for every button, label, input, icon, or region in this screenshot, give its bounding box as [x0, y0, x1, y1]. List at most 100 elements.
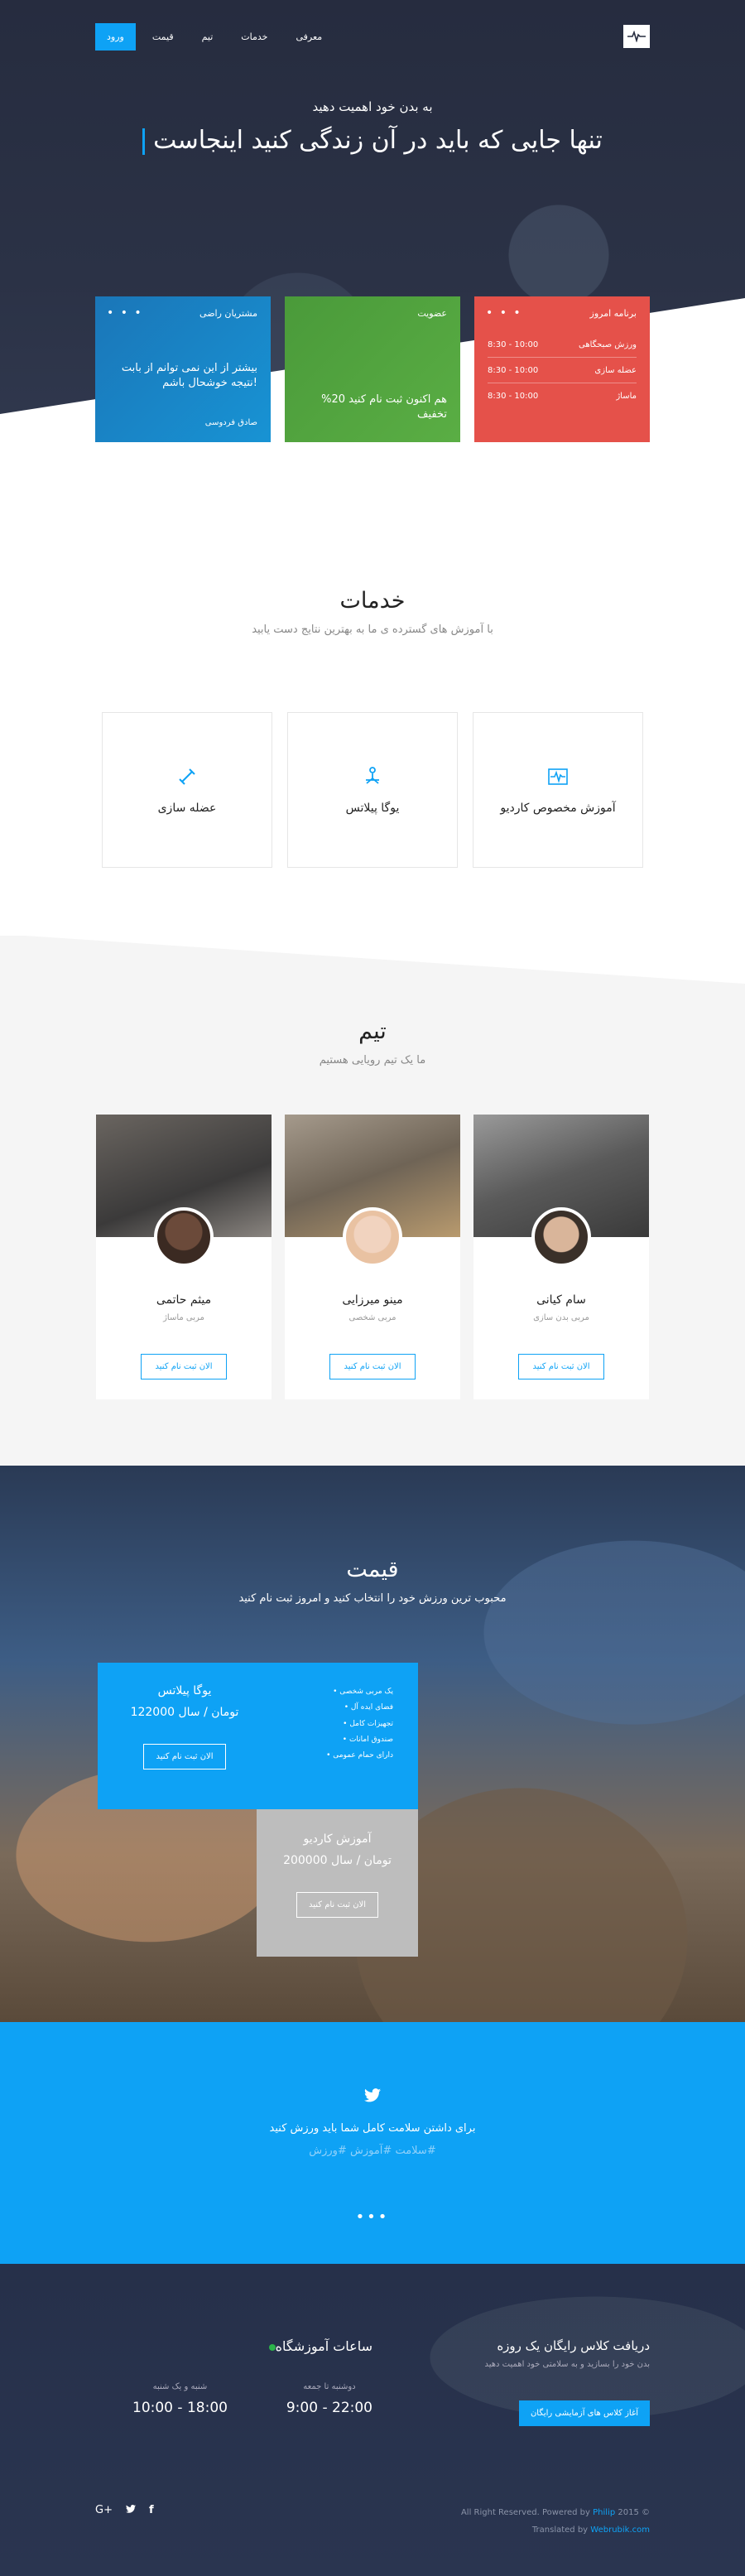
plan-register-button[interactable]: الان ثبت نام کنید	[143, 1744, 226, 1769]
plan-feature: یک مربی شخصی	[326, 1684, 393, 1700]
hours-days: دوشنبه تا جمعه	[303, 2382, 356, 2391]
nav-services[interactable]: خدمات	[229, 23, 279, 51]
feature-box-schedule: • • • برنامه امروز 8:30 - 10:00 ورزش صبحگ…	[474, 296, 650, 442]
service-card[interactable]: یوگا پیلاتس	[287, 712, 458, 868]
nav-intro[interactable]: معرفی	[284, 23, 334, 51]
footer-cta: دریافت کلاس رایگان یک روزه بدن خود را بس…	[468, 2338, 650, 2426]
service-card[interactable]: آموزش مخصوص کاردیو	[473, 712, 643, 868]
schedule-name: عضله سازی	[594, 366, 637, 375]
carousel-dots[interactable]: •••	[0, 2208, 745, 2226]
hero-section: ورود قیمت تیم خدمات معرفی به بدن خود اهم…	[0, 0, 745, 464]
nav-links: ورود قیمت تیم خدمات معرفی	[95, 22, 334, 51]
avatar	[154, 1207, 214, 1267]
plan-summary: یوگا پیلاتس 122000 تومان / سال الان ثبت …	[123, 1684, 247, 1788]
plan-feature: صندوق امانات	[326, 1732, 393, 1748]
services-section: خدمات با آموزش های گسترده ی ما به بهترین…	[0, 464, 745, 936]
status-dot-icon	[268, 2343, 276, 2351]
plan-feature: دارای حمام عمومی	[326, 1748, 393, 1764]
service-card[interactable]: عضله سازی	[102, 712, 272, 868]
translated-text: Translated by	[531, 2525, 589, 2535]
nav-login[interactable]: ورود	[95, 22, 136, 51]
facebook-icon[interactable]: f	[149, 2504, 154, 2516]
copyright-brand[interactable]: Philip	[593, 2508, 615, 2517]
plan-name: یوگا پیلاتس	[157, 1684, 212, 1697]
feature-box-testimonial: • • • مشتریان راضی بیشتر از این نمی توان…	[95, 296, 271, 442]
copyright-year: 2015 ©	[618, 2508, 650, 2517]
typing-caret	[142, 128, 146, 155]
cta-subtitle: بدن خود را بسازید و به سلامتی خود اهمیت …	[484, 2360, 651, 2369]
tweet-text: برای داشتن سلامت کامل شما باید ورزش کنید	[269, 2122, 476, 2135]
hero-title: تنها جایی که باید در آن زندگی کنید اینجا…	[0, 126, 745, 155]
member-role: مربی بدن سازی	[533, 1313, 589, 1322]
opening-hours: ساعات آموزشگاه دوشنبه تا جمعه 22:00 - 9:…	[132, 2338, 372, 2416]
cta-title: دریافت کلاس رایگان یک روزه	[497, 2338, 650, 2353]
service-label: آموزش مخصوص کاردیو	[500, 802, 616, 815]
plan-feature: تجهیزات کامل	[326, 1717, 393, 1732]
team-section: تیم ما یک تیم رویایی هستیم میثم حاتمی مر…	[0, 936, 745, 1466]
translated-brand[interactable]: Webrubik.com	[590, 2525, 650, 2535]
member-name: میثم حاتمی	[156, 1293, 212, 1307]
pricing-subtitle: محبوب ترین ورزش خود را انتخاب کنید و امر…	[238, 1592, 507, 1605]
hours-time: 18:00 - 10:00	[132, 2400, 228, 2416]
plan-cardio: آموزش کاردیو 200000 تومان / سال الان ثبت…	[257, 1809, 418, 1957]
team-card: سام کیانی مربی بدن سازی الان ثبت نام کنی…	[473, 1115, 649, 1399]
member-name: سام کیانی	[536, 1293, 586, 1307]
feature-box-membership: عضویت هم اکنون ثبت نام کنید 20% تخفیف	[285, 296, 460, 442]
social-links: G+ f	[95, 2504, 154, 2516]
schedule-row: 8:30 - 10:00 عضله سازی	[488, 358, 637, 383]
hours-title: ساعات آموزشگاه	[132, 2338, 372, 2354]
register-button[interactable]: الان ثبت نام کنید	[518, 1354, 604, 1379]
service-label: عضله سازی	[157, 802, 217, 815]
member-role: مربی شخصی	[348, 1313, 397, 1322]
schedule-list: 8:30 - 10:00 ورزش صبحگاهی 8:30 - 10:00 عضل…	[488, 332, 637, 408]
hours-item: دوشنبه تا جمعه 22:00 - 9:00	[286, 2382, 372, 2416]
hours-list: دوشنبه تا جمعه 22:00 - 9:00 شنبه و یک شن…	[132, 2382, 372, 2416]
yoga-icon	[366, 767, 379, 784]
plan-price: 200000 تومان / سال	[283, 1854, 392, 1867]
schedule-time: 8:30 - 10:00	[488, 340, 539, 349]
service-label: یوگا پیلاتس	[345, 802, 400, 815]
free-trial-button[interactable]: آغاز کلاس های آزمایشی رایگان	[518, 2400, 650, 2426]
plan-price: 122000 تومان / سال	[130, 1706, 239, 1719]
translated-line: Translated by Webrubik.com	[461, 2521, 650, 2539]
copyright: All Right Reserved. Powered by Philip 20…	[461, 2504, 650, 2539]
feature-title: عضویت	[417, 308, 447, 319]
avatar	[531, 1207, 591, 1267]
main-nav: ورود قیمت تیم خدمات معرفی	[95, 22, 650, 51]
services-list: عضله سازی یوگا پیلاتس آموزش مخصوص کاردیو	[0, 712, 745, 868]
hero-title-text: تنها جایی که باید در آن زندگی کنید اینجا…	[153, 126, 603, 155]
team-title: تیم	[358, 1018, 387, 1044]
hero-subtitle: به بدن خود اهمیت دهید	[312, 99, 433, 114]
plan-yoga: یوگا پیلاتس 122000 تومان / سال الان ثبت …	[98, 1663, 418, 1809]
services-subtitle: با آموزش های گسترده ی ما به بهترین نتایج…	[252, 624, 493, 636]
pricing-plans: یوگا پیلاتس 122000 تومان / سال الان ثبت …	[95, 1663, 650, 1977]
hours-title-text: ساعات آموزشگاه	[275, 2338, 372, 2354]
hours-days: شنبه و یک شنبه	[152, 2382, 208, 2391]
google-plus-icon[interactable]: G+	[95, 2504, 113, 2516]
twitter-icon[interactable]	[125, 2504, 136, 2516]
feature-author: صادق فردوسی	[204, 418, 257, 427]
tweet-tags: سلامت #آموزش #ورزش#	[309, 2145, 436, 2157]
twitter-icon	[364, 2088, 381, 2102]
team-card: مینو میرزایی مربی شخصی الان ثبت نام کنید	[285, 1115, 460, 1399]
schedule-time: 8:30 - 10:00	[488, 392, 539, 401]
nav-team[interactable]: تیم	[190, 23, 225, 51]
member-name: مینو میرزایی	[342, 1293, 403, 1307]
plan-name: آموزش کاردیو	[303, 1832, 372, 1846]
register-button[interactable]: الان ثبت نام کنید	[141, 1354, 227, 1379]
plan-features: یک مربی شخصی فضای ایده آل تجهیزات کامل ص…	[326, 1684, 393, 1788]
feature-quote: بیشتر از این نمی توانم از بابت نتیجه خوش…	[121, 362, 257, 389]
feature-boxes: • • • مشتریان راضی بیشتر از این نمی توان…	[95, 296, 650, 442]
nav-pricing[interactable]: قیمت	[141, 23, 185, 51]
register-button[interactable]: الان ثبت نام کنید	[329, 1354, 416, 1379]
team-subtitle: ما یک تیم رویایی هستیم	[319, 1054, 426, 1067]
logo-heartbeat-icon[interactable]	[623, 25, 650, 48]
plan-register-button[interactable]: الان ثبت نام کنید	[296, 1892, 379, 1918]
dumbbell-icon	[179, 768, 195, 785]
hours-time: 22:00 - 9:00	[286, 2400, 372, 2416]
team-card: میثم حاتمی مربی ماساژ الان ثبت نام کنید	[96, 1115, 272, 1399]
dots-icon: • • •	[486, 306, 522, 320]
pricing-title: قیمت	[346, 1557, 399, 1582]
footer: دریافت کلاس رایگان یک روزه بدن خود را بس…	[0, 2264, 745, 2576]
hero-text: به بدن خود اهمیت دهید تنها جایی که باید …	[0, 99, 745, 155]
